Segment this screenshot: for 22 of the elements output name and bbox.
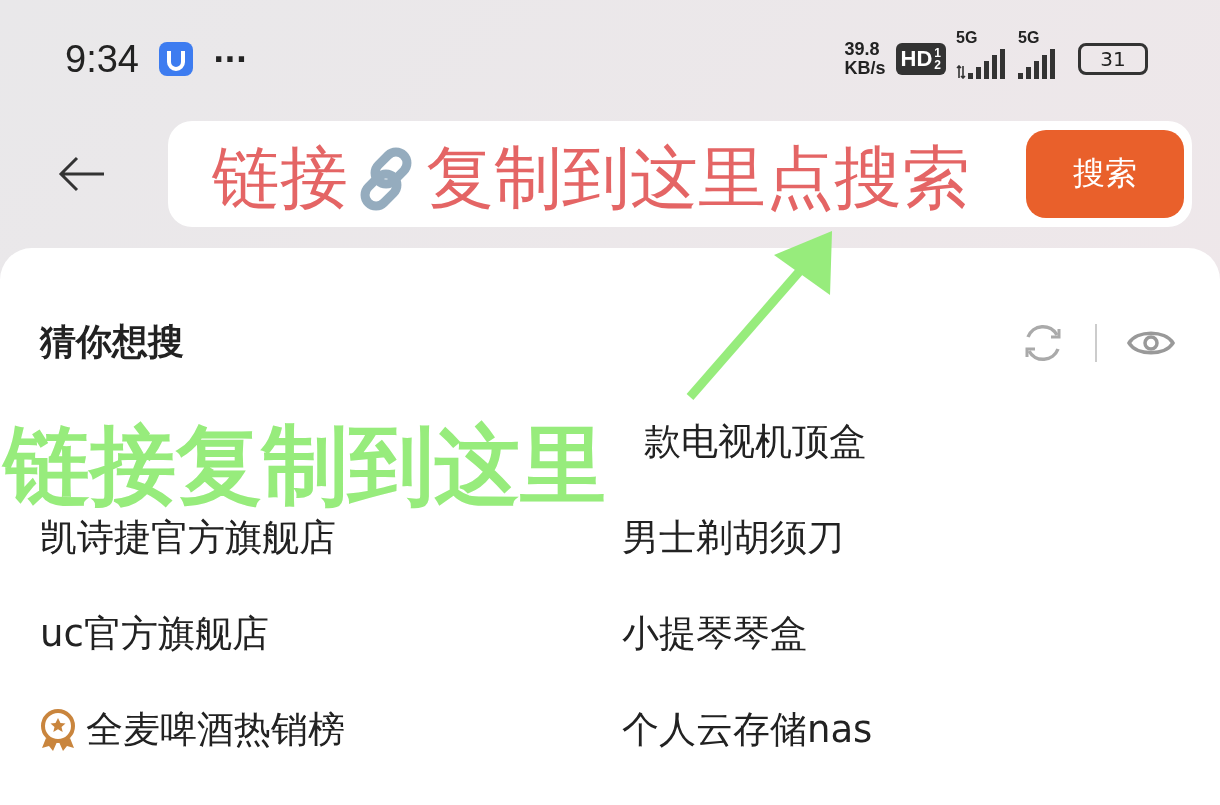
suggestion-item[interactable]: uc官方旗舰店 bbox=[40, 609, 269, 659]
more-notifications: ··· bbox=[212, 41, 248, 77]
suggestion-item[interactable]: 小提琴琴盒 bbox=[622, 609, 807, 659]
status-time: 9:34 bbox=[65, 37, 139, 81]
network-label: 5G bbox=[956, 29, 978, 47]
section-title: 猜你想搜 bbox=[40, 320, 184, 364]
signal-icon bbox=[1018, 49, 1058, 79]
battery-indicator: 31 bbox=[1078, 43, 1148, 75]
app-icon bbox=[158, 42, 193, 76]
suggestion-item[interactable]: 全麦啤酒热销榜 bbox=[40, 705, 345, 755]
network-label: 5G bbox=[1018, 29, 1040, 47]
suggestion-item[interactable]: 个人云存储nas bbox=[622, 705, 873, 755]
medal-icon bbox=[38, 708, 78, 752]
suggestion-item[interactable]: 男士剃胡须刀 bbox=[622, 513, 844, 563]
speed-value: 39.8 bbox=[844, 40, 881, 59]
back-arrow-icon[interactable] bbox=[58, 156, 106, 192]
signal-icon bbox=[968, 49, 1008, 79]
suggestion-item[interactable]: 款电视机顶盒 bbox=[644, 417, 866, 467]
annotation-text-end: 复制到这里点搜索 bbox=[426, 137, 970, 219]
data-arrows-icon bbox=[956, 65, 966, 79]
speed-unit: KB/s bbox=[844, 59, 886, 78]
annotation-text-start: 链接 bbox=[212, 137, 348, 219]
